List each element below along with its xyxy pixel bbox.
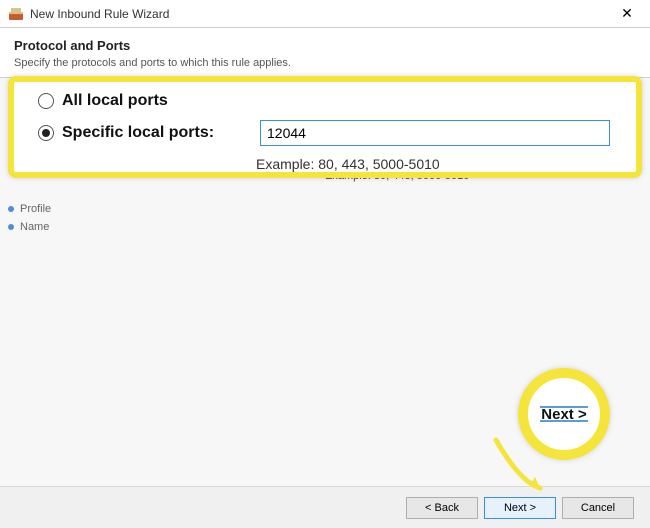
hl-port-input [260,120,610,146]
bullet-icon [8,224,14,230]
hl-next-label: Next > [541,406,586,423]
radio-icon [38,93,54,109]
bullet-icon [8,206,14,212]
hl-option-label: All local ports [62,92,168,110]
step-name[interactable]: Name [6,218,154,236]
wizard-footer: < Back Next > Cancel [0,486,650,528]
cancel-button[interactable]: Cancel [562,497,634,519]
next-button[interactable]: Next > [484,497,556,519]
step-profile[interactable]: Profile [6,200,154,218]
firewall-icon [8,6,24,22]
hl-option-label: Specific local ports: [62,124,252,142]
hl-option-all: All local ports [38,92,620,110]
page-subtitle: Specify the protocols and ports to which… [14,57,636,69]
titlebar: New Inbound Rule Wizard ✕ [0,0,650,28]
radio-icon [38,125,54,141]
window-title: New Inbound Rule Wizard [30,7,612,21]
step-label: Profile [20,203,51,215]
page-title: Protocol and Ports [14,38,636,53]
hl-option-specific: Specific local ports: [38,120,620,146]
back-button[interactable]: < Back [406,497,478,519]
close-button[interactable]: ✕ [612,5,642,22]
highlight-next-circle: Next > [518,368,610,460]
hl-example-text: Example: 80, 443, 5000-5010 [256,156,620,172]
highlight-callout-ports: All local ports Specific local ports: Ex… [8,76,642,178]
wizard-header: Protocol and Ports Specify the protocols… [0,28,650,78]
step-label: Name [20,221,49,233]
